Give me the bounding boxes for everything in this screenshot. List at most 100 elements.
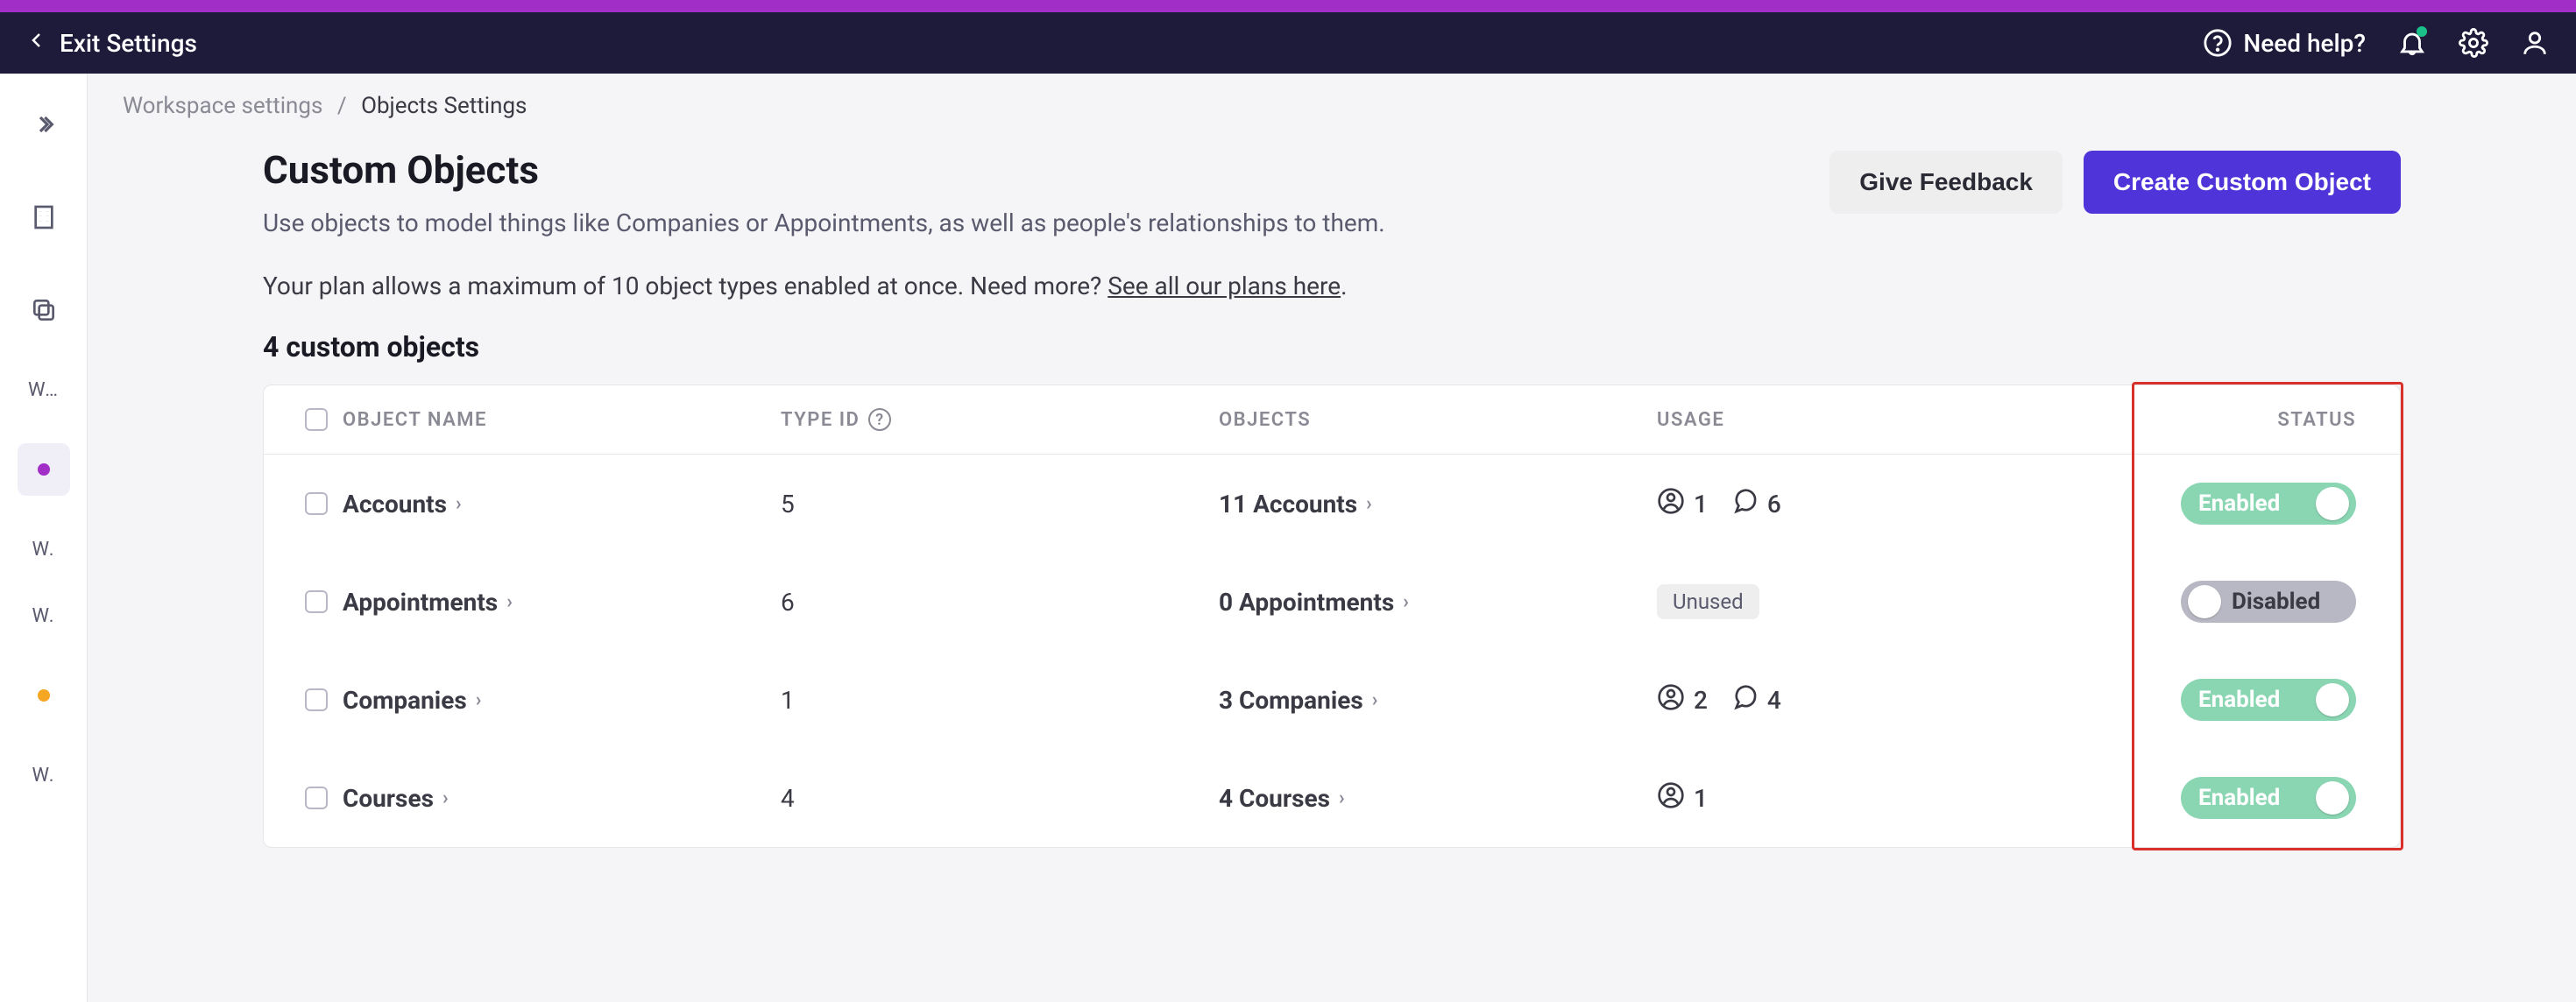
row-checkbox[interactable] <box>305 688 328 711</box>
plan-info-line: Your plan allows a maximum of 10 object … <box>263 272 2401 300</box>
type-id-help-icon[interactable]: ? <box>868 408 891 431</box>
toggle-label: Enabled <box>2198 687 2280 713</box>
help-circle-icon <box>2203 28 2233 58</box>
building-icon[interactable] <box>18 191 70 243</box>
header-usage: USAGE <box>1657 409 2077 431</box>
sidebar-workspace-label: W… <box>28 379 59 401</box>
header-checkbox-cell <box>290 408 343 431</box>
chevron-right-icon: › <box>442 787 449 809</box>
status-toggle[interactable]: Disabled <box>2181 581 2356 623</box>
type-id-cell: 5 <box>781 490 1219 519</box>
sidebar: W… W. W. W. <box>0 74 88 1002</box>
plan-line-prefix: Your plan allows a maximum of 10 object … <box>263 272 1108 300</box>
create-custom-object-button[interactable]: Create Custom Object <box>2084 151 2401 214</box>
page-header: Custom Objects Use objects to model thin… <box>263 147 2401 242</box>
row-checkbox[interactable] <box>305 590 328 613</box>
person-icon <box>1657 781 1685 815</box>
table-row: Accounts ›511 Accounts ›16Enabled <box>264 455 2400 553</box>
sidebar-dot-icon <box>38 689 50 702</box>
object-name-text: Accounts <box>343 490 447 519</box>
unused-badge: Unused <box>1657 584 1759 619</box>
see-all-plans-link[interactable]: See all our plans here <box>1108 272 1341 300</box>
header-bar: Exit Settings Need help? <box>0 12 2576 74</box>
header-objects: OBJECTS <box>1219 409 1657 431</box>
give-feedback-button[interactable]: Give Feedback <box>1829 151 2063 214</box>
sidebar-workspace-label: W. <box>32 605 55 627</box>
object-name-link[interactable]: Companies › <box>343 686 781 715</box>
content: Custom Objects Use objects to model thin… <box>88 138 2576 883</box>
objects-count-link[interactable]: 11 Accounts › <box>1219 490 1657 519</box>
usage-conversations: 4 <box>1730 683 1781 717</box>
toggle-label: Enabled <box>2198 490 2280 517</box>
object-name-link[interactable]: Accounts › <box>343 490 781 519</box>
copy-icon[interactable] <box>18 284 70 336</box>
sidebar-item-3[interactable]: W… <box>18 377 70 403</box>
breadcrumb-current: Objects Settings <box>361 93 527 119</box>
usage-people-count: 1 <box>1694 490 1708 519</box>
header-status: STATUS <box>2077 409 2374 431</box>
row-checkbox[interactable] <box>305 787 328 809</box>
chevron-right-icon: › <box>1372 689 1378 711</box>
sidebar-item-6[interactable]: W. <box>18 603 70 629</box>
custom-objects-table: OBJECT NAME TYPE ID ? OBJECTS USAGE STAT… <box>263 385 2401 848</box>
header-type-id: TYPE ID ? <box>781 408 1219 431</box>
breadcrumb-separator: / <box>337 93 347 119</box>
toggle-knob <box>2316 781 2349 815</box>
row-checkbox[interactable] <box>305 492 328 515</box>
sidebar-item-8[interactable]: W. <box>18 762 70 788</box>
status-toggle[interactable]: Enabled <box>2181 777 2356 819</box>
settings-gear-icon[interactable] <box>2459 28 2488 58</box>
profile-icon[interactable] <box>2520 28 2550 58</box>
sidebar-expand-button[interactable] <box>18 98 70 151</box>
person-icon <box>1657 683 1685 717</box>
sidebar-item-5[interactable]: W. <box>18 536 70 562</box>
status-toggle[interactable]: Enabled <box>2181 679 2356 721</box>
type-id-cell: 4 <box>781 784 1219 813</box>
select-all-checkbox[interactable] <box>305 408 328 431</box>
table-row: Companies ›13 Companies ›24Enabled <box>264 651 2400 749</box>
header-object-name: OBJECT NAME <box>343 409 781 431</box>
usage-conversations: 6 <box>1730 487 1781 521</box>
table-body: Accounts ›511 Accounts ›16EnabledAppoint… <box>264 455 2400 847</box>
conversation-icon <box>1730 487 1759 521</box>
objects-count-link[interactable]: 4 Courses › <box>1219 784 1657 813</box>
conversation-icon <box>1730 683 1759 717</box>
chevron-right-icon: › <box>506 591 513 613</box>
objects-count-text: 0 Appointments <box>1219 588 1394 617</box>
type-id-cell: 6 <box>781 588 1219 617</box>
toggle-label: Enabled <box>2198 785 2280 811</box>
exit-settings-button[interactable]: Exit Settings <box>26 29 197 58</box>
chevron-right-icon: › <box>476 689 482 711</box>
usage-conversations-count: 4 <box>1767 686 1781 715</box>
table-row: Appointments ›60 Appointments ›UnusedDis… <box>264 553 2400 651</box>
page-header-text: Custom Objects Use objects to model thin… <box>263 147 1829 242</box>
page-title: Custom Objects <box>263 147 1829 193</box>
person-icon <box>1657 487 1685 521</box>
object-name-link[interactable]: Courses › <box>343 784 781 813</box>
main-area: Workspace settings / Objects Settings Cu… <box>88 74 2576 1002</box>
objects-count-link[interactable]: 0 Appointments › <box>1219 588 1657 617</box>
object-name-link[interactable]: Appointments › <box>343 588 781 617</box>
table-row: Courses ›44 Courses ›1 Enabled <box>264 749 2400 847</box>
objects-count-heading: 4 custom objects <box>263 330 2401 363</box>
chevron-right-icon: › <box>456 493 462 515</box>
usage-people: 2 <box>1657 683 1708 717</box>
notifications-icon[interactable] <box>2397 28 2427 58</box>
top-accent-stripe <box>0 0 2576 12</box>
page-header-buttons: Give Feedback Create Custom Object <box>1829 147 2401 214</box>
sidebar-item-4[interactable] <box>18 443 70 496</box>
notification-dot <box>2417 26 2427 37</box>
toggle-label: Disabled <box>2232 589 2320 615</box>
need-help-label: Need help? <box>2243 29 2366 58</box>
sidebar-dot-icon <box>38 463 50 476</box>
chevron-right-icon: › <box>1403 591 1409 613</box>
breadcrumb-parent[interactable]: Workspace settings <box>123 93 322 119</box>
chevron-right-icon: › <box>1339 787 1345 809</box>
usage-cell: Unused <box>1657 584 2077 619</box>
objects-count-link[interactable]: 3 Companies › <box>1219 686 1657 715</box>
usage-cell: 1 <box>1657 781 2077 815</box>
chevron-right-icon: › <box>1366 493 1372 515</box>
sidebar-item-7[interactable] <box>18 669 70 722</box>
status-toggle[interactable]: Enabled <box>2181 483 2356 525</box>
need-help-button[interactable]: Need help? <box>2203 28 2366 58</box>
